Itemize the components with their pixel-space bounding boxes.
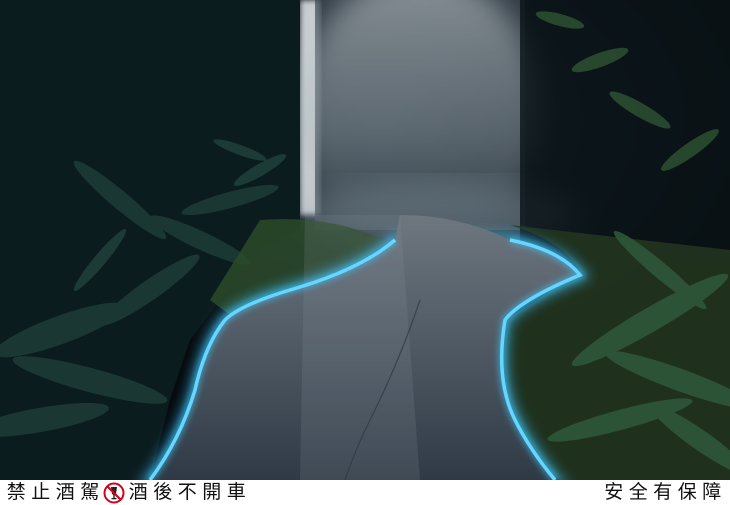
warning-char: 保 (677, 481, 697, 503)
no-drinking-icon (103, 482, 125, 503)
warning-char: 障 (702, 481, 722, 503)
photo-frame: 禁 止 酒 駕 酒 後 不 開 車 安 全 有 保 障 (0, 0, 730, 505)
warning-char: 駕 (80, 481, 100, 503)
installation-photo (0, 0, 730, 480)
warning-char: 車 (226, 481, 246, 503)
warning-char: 禁 (6, 481, 26, 503)
warning-char: 後 (153, 481, 173, 503)
warning-part-3: 安 全 有 保 障 (602, 480, 725, 505)
warning-char: 全 (628, 481, 648, 503)
warning-char: 止 (31, 481, 51, 503)
warning-char: 酒 (55, 481, 75, 503)
warning-char: 不 (177, 481, 197, 503)
warning-part-1: 禁 止 酒 駕 酒 後 不 開 車 (4, 480, 249, 505)
warning-char: 開 (202, 481, 222, 503)
drunk-driving-warning-bar: 禁 止 酒 駕 酒 後 不 開 車 安 全 有 保 障 (0, 480, 730, 505)
warning-char: 安 (604, 481, 624, 503)
warning-char: 有 (653, 481, 673, 503)
warning-char: 酒 (128, 481, 148, 503)
